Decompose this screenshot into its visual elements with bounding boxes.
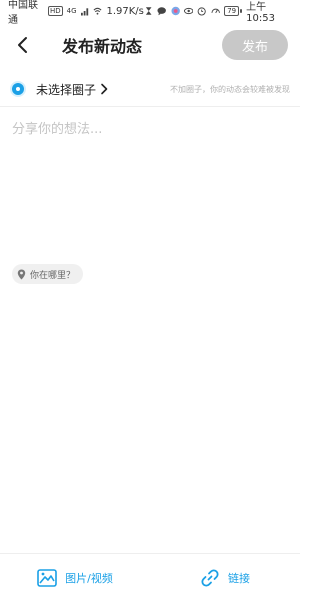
- hourglass-icon: [145, 7, 152, 15]
- link-label: 链接: [228, 571, 250, 585]
- alarm-icon: [198, 7, 207, 16]
- battery-tip: [240, 9, 243, 13]
- battery-level: 79: [224, 6, 240, 16]
- publish-button[interactable]: 发布: [222, 30, 288, 60]
- page-title: 发布新动态: [62, 37, 143, 56]
- chevron-right-icon: [100, 83, 108, 95]
- image-icon: [37, 568, 57, 587]
- bottom-toolbar: 图片/视频 链接: [0, 553, 300, 601]
- media-button[interactable]: 图片/视频: [0, 568, 150, 587]
- network-type: 4G: [66, 7, 77, 15]
- link-button[interactable]: 链接: [150, 568, 300, 588]
- eye-icon: [184, 7, 194, 15]
- link-icon: [201, 568, 219, 587]
- clock-time: 上午10:53: [246, 2, 275, 24]
- app-notification-icon: [171, 6, 180, 16]
- page-header: 发布新动态 发布: [0, 22, 300, 68]
- circle-selector[interactable]: 未选择圈子 不加圈子，你的动态会较难被发现: [0, 72, 300, 106]
- hd-badge: HD: [47, 6, 63, 16]
- divider: [0, 106, 300, 107]
- back-button[interactable]: [10, 32, 36, 58]
- speedometer-icon: [211, 8, 220, 14]
- media-label: 图片/视频: [65, 571, 113, 585]
- network-speed: 1.97K/s: [106, 5, 144, 17]
- circle-label: 未选择圈子: [36, 82, 97, 97]
- chat-bubble-icon: [157, 7, 167, 16]
- battery-indicator: 79: [224, 6, 243, 16]
- status-bar: 中国联通 HD 4G 1.97K/s 79 上午10:53: [0, 0, 300, 26]
- location-pin-icon: [17, 269, 26, 279]
- circle-hint: 不加圈子，你的动态会较难被发现: [170, 84, 290, 94]
- location-button[interactable]: 你在哪里？: [12, 264, 84, 284]
- signal-icon: [80, 8, 88, 16]
- status-right: 79 上午10:53: [144, 0, 292, 24]
- back-arrow-icon: [18, 37, 27, 53]
- circle-radio-icon: [12, 83, 24, 95]
- wifi-icon: [94, 7, 102, 15]
- post-text-input[interactable]: [12, 118, 288, 258]
- location-label: 你在哪里？: [30, 270, 76, 281]
